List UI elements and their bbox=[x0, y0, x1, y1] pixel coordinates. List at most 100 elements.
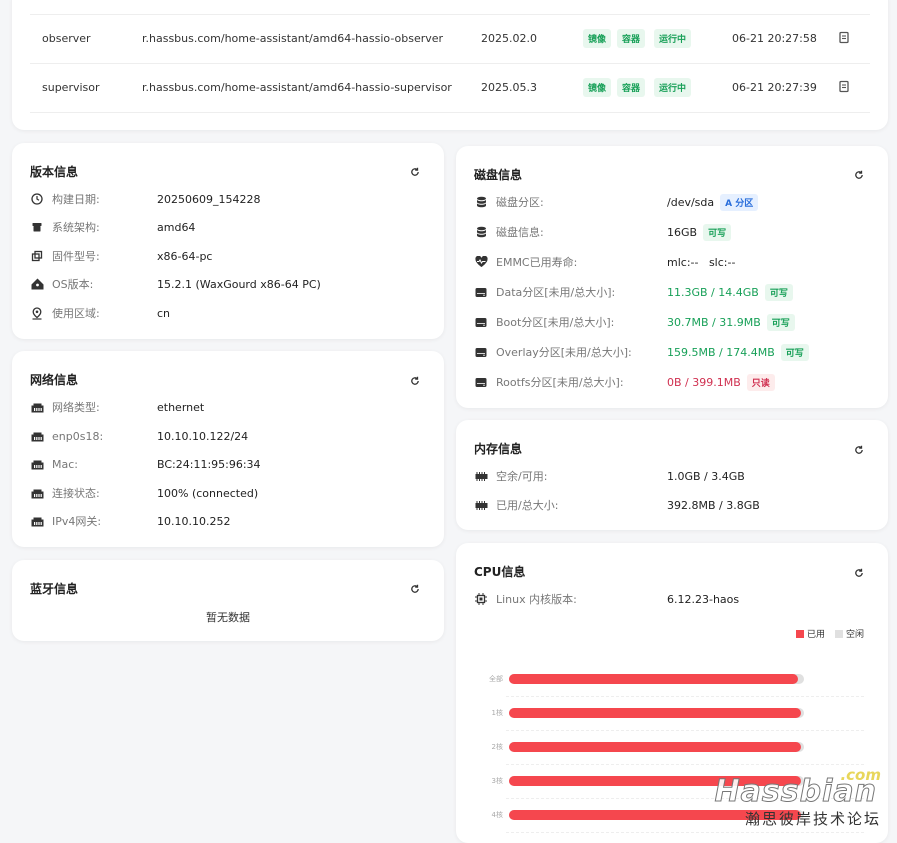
connection-value: 100% (connected) bbox=[157, 487, 258, 500]
disk-row: Data分区[未用/总大小]: 11.3GB / 14.4GB 可写 bbox=[456, 281, 888, 303]
mac-label: Mac: bbox=[52, 458, 78, 471]
disk-row-value-text: 159.5MB / 174.4MB bbox=[667, 346, 775, 359]
copy-icon[interactable] bbox=[838, 80, 850, 96]
disk-row-label: Data分区[未用/总大小]: bbox=[496, 284, 615, 300]
image-tag: 镜像 bbox=[583, 29, 611, 48]
bar-idle bbox=[509, 742, 804, 752]
legend-idle[interactable]: 空闲 bbox=[835, 627, 864, 640]
drive-icon bbox=[474, 285, 488, 299]
build-date-value: 20250609_154228 bbox=[157, 193, 260, 206]
disk-row: EMMC已用寿命: mlc:-- slc:-- bbox=[456, 251, 888, 273]
disk-status-tag: 可写 bbox=[765, 284, 793, 301]
legend-used-swatch bbox=[796, 630, 804, 638]
database-icon bbox=[474, 225, 488, 239]
heart-pulse-icon bbox=[474, 255, 488, 269]
disk-row-value-text: 11.3GB / 14.4GB bbox=[667, 286, 759, 299]
database-icon bbox=[474, 195, 488, 209]
table-row: supervisor r.hassbus.com/home-assistant/… bbox=[30, 64, 870, 113]
bar-category-label: 1核 bbox=[473, 708, 503, 718]
refresh-icon[interactable] bbox=[408, 165, 422, 179]
disk-info-card: 磁盘信息 磁盘分区:/dev/sdaA 分区磁盘信息:16GB可写EMMC已用寿… bbox=[456, 146, 888, 408]
container-tag: 容器 bbox=[617, 78, 645, 97]
bluetooth-info-card: 蓝牙信息 暂无数据 bbox=[12, 560, 444, 641]
card-title: 版本信息 bbox=[30, 163, 78, 180]
chart-gridline bbox=[506, 832, 864, 833]
disk-row: 磁盘分区: /dev/sda A 分区 bbox=[456, 191, 888, 213]
refresh-icon[interactable] bbox=[408, 374, 422, 388]
memory-free-label: 空余/可用: bbox=[496, 468, 547, 484]
drive-icon bbox=[474, 315, 488, 329]
memory-info-card: 内存信息 空余/可用: 1.0GB / 3.4GB 已用/总大小: 392.8M… bbox=[456, 420, 888, 530]
disk-row-value-text: 0B / 399.1MB bbox=[667, 376, 741, 389]
memory-used-label: 已用/总大小: bbox=[496, 497, 558, 513]
network-type-value: ethernet bbox=[157, 401, 204, 414]
gateway-label: IPv4网关: bbox=[52, 513, 101, 529]
bar-category-label: 2核 bbox=[473, 742, 503, 752]
refresh-icon[interactable] bbox=[408, 582, 422, 596]
location-icon bbox=[30, 306, 44, 320]
disk-row: 磁盘信息: 16GB 可写 bbox=[456, 221, 888, 243]
chart-gridline bbox=[506, 696, 864, 697]
legend-idle-swatch bbox=[835, 630, 843, 638]
disk-row-value: 16GB 可写 bbox=[667, 224, 731, 241]
row-image: r.hassbus.com/home-assistant/amd64-hassi… bbox=[142, 81, 452, 94]
bar-used bbox=[509, 674, 798, 684]
region-label: 使用区域: bbox=[52, 305, 100, 321]
interface-value: 10.10.10.122/24 bbox=[157, 430, 248, 443]
container-list-card: observer r.hassbus.com/home-assistant/am… bbox=[12, 0, 888, 130]
image-tag: 镜像 bbox=[583, 78, 611, 97]
watermark-subtitle: 瀚思彼岸技术论坛 bbox=[745, 808, 881, 829]
clock-icon bbox=[30, 192, 44, 206]
disk-row-value-text: 16GB bbox=[667, 226, 697, 239]
row-image: r.hassbus.com/home-assistant/amd64-hassi… bbox=[142, 32, 443, 45]
disk-row-value-text: /dev/sda bbox=[667, 196, 714, 209]
disk-row-label: EMMC已用寿命: bbox=[496, 254, 577, 270]
disk-row: Overlay分区[未用/总大小]: 159.5MB / 174.4MB 可写 bbox=[456, 341, 888, 363]
arch-value: amd64 bbox=[157, 221, 195, 234]
disk-row-value: mlc:-- slc:-- bbox=[667, 256, 735, 269]
disk-row-label: Overlay分区[未用/总大小]: bbox=[496, 344, 632, 360]
memory-used-value: 392.8MB / 3.8GB bbox=[667, 499, 760, 512]
ethernet-icon bbox=[30, 514, 44, 528]
row-name: supervisor bbox=[42, 81, 100, 94]
bar-category-label: 4核 bbox=[473, 810, 503, 820]
disk-row-value: 159.5MB / 174.4MB 可写 bbox=[667, 344, 809, 361]
card-title: 蓝牙信息 bbox=[30, 580, 78, 597]
refresh-icon[interactable] bbox=[852, 443, 866, 457]
chart-gridline bbox=[506, 730, 864, 731]
row-version: 2025.02.0 bbox=[481, 32, 537, 45]
firmware-label: 固件型号: bbox=[52, 248, 100, 264]
kernel-value: 6.12.23-haos bbox=[667, 593, 739, 606]
card-title: 内存信息 bbox=[474, 440, 522, 457]
disk-status-tag: 只读 bbox=[747, 374, 775, 391]
bar-idle bbox=[509, 674, 804, 684]
disk-row-label: 磁盘信息: bbox=[496, 224, 544, 240]
disk-row-value-text: mlc:-- slc:-- bbox=[667, 256, 735, 269]
disk-status-tag: 可写 bbox=[767, 314, 795, 331]
row-time: 06-21 20:27:58 bbox=[732, 32, 817, 45]
memory-chip-icon bbox=[474, 469, 488, 483]
disk-row-label: 磁盘分区: bbox=[496, 194, 544, 210]
disk-row-value: 30.7MB / 31.9MB可写 bbox=[667, 314, 795, 331]
empty-text: 暂无数据 bbox=[12, 609, 444, 625]
disk-status-tag: A 分区 bbox=[720, 194, 758, 211]
disk-status-tag: 可写 bbox=[781, 344, 809, 361]
ethernet-icon bbox=[30, 457, 44, 471]
refresh-icon[interactable] bbox=[852, 168, 866, 182]
disk-row-label: Rootfs分区[未用/总大小]: bbox=[496, 374, 624, 390]
mac-value: BC:24:11:95:96:34 bbox=[157, 458, 261, 471]
hassbian-watermark: .com Hassbian 瀚思彼岸技术论坛 bbox=[745, 772, 881, 829]
chart-legend: 已用 空闲 bbox=[796, 627, 864, 640]
legend-used[interactable]: 已用 bbox=[796, 627, 825, 640]
copy-icon[interactable] bbox=[838, 31, 850, 47]
disk-status-tag: 可写 bbox=[703, 224, 731, 241]
card-title: 网络信息 bbox=[30, 371, 78, 388]
memory-chip-icon bbox=[474, 498, 488, 512]
memory-free-value: 1.0GB / 3.4GB bbox=[667, 470, 745, 483]
bar-category-label: 全部 bbox=[473, 674, 503, 684]
kernel-label: Linux 内核版本: bbox=[496, 591, 577, 607]
refresh-icon[interactable] bbox=[852, 566, 866, 580]
network-info-card: 网络信息 网络类型: ethernet enp0s18: 10.10.10.12… bbox=[12, 351, 444, 547]
os-version-value: 15.2.1 (WaxGourd x86-64 PC) bbox=[157, 278, 321, 291]
gateway-value: 10.10.10.252 bbox=[157, 515, 230, 528]
